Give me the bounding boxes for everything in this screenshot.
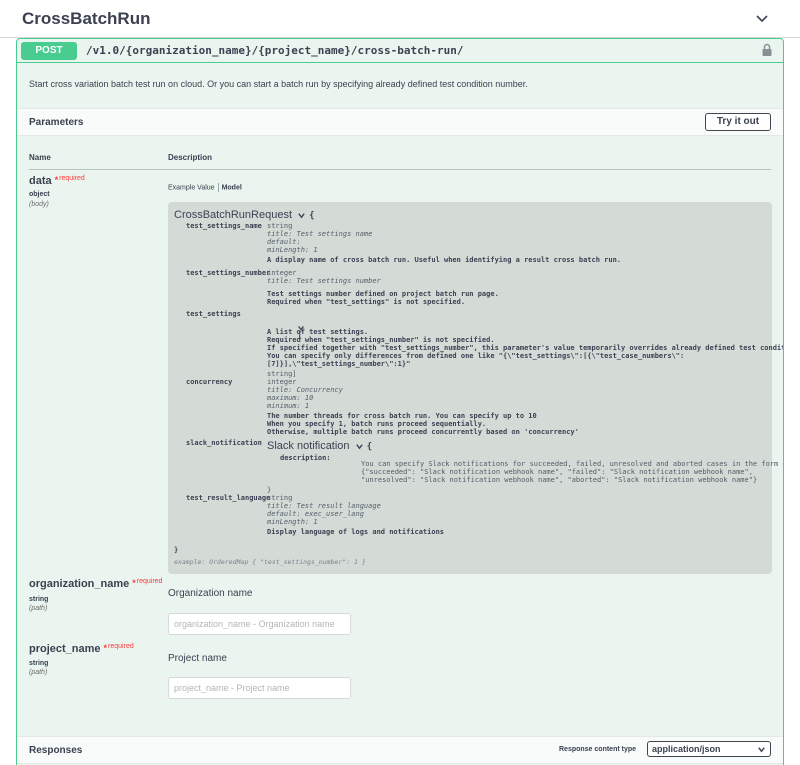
responses-heading: Responses	[29, 745, 83, 756]
parameters-heading: Parameters	[29, 117, 84, 128]
tab-model[interactable]: Model	[222, 184, 242, 191]
responses-header: Responses Response content type applicat…	[17, 736, 783, 764]
array-item-type: string]	[267, 370, 297, 378]
chevron-down-icon[interactable]	[355, 442, 364, 451]
parameters-header: Parameters Try it out	[17, 108, 783, 136]
tag-title: CrossBatchRun	[22, 9, 151, 28]
chevron-down-icon[interactable]	[297, 211, 306, 220]
prop-meta: title: Test settings number	[267, 277, 381, 285]
chevron-down-icon	[758, 747, 765, 753]
prop-description: The number threads for cross batch run. …	[267, 412, 579, 436]
prop-test-settings: test_settings	[186, 310, 241, 318]
model-open-brace: {	[309, 211, 315, 221]
model-example: example: OrderedMap { "test_settings_num…	[174, 558, 366, 566]
sub-prop-value: You can specify Slack notifications for …	[361, 460, 783, 484]
required-label: required	[136, 578, 163, 585]
prop-test-settings-number: test_settings_number	[186, 269, 271, 277]
col-header-name: Name	[29, 153, 51, 162]
method-badge: POST	[21, 42, 77, 60]
operation-summary[interactable]: POST /v1.0/{organization_name}/{project_…	[17, 39, 783, 63]
prop-description: A display name of cross batch run. Usefu…	[267, 256, 622, 264]
operation-block: POST /v1.0/{organization_name}/{project_…	[16, 38, 784, 765]
chevron-down-icon[interactable]	[754, 11, 770, 27]
required-star: *	[132, 578, 136, 588]
required-star: *	[103, 643, 108, 653]
prop-test-settings-name: test_settings_name	[186, 222, 262, 230]
model-close-brace: }	[174, 546, 179, 554]
param-type-project: string	[29, 660, 49, 667]
required-label: required	[59, 175, 85, 182]
model-box: CrossBatchRunRequest { test_settings_nam…	[168, 202, 783, 574]
tab-example-value[interactable]: Example Value	[168, 184, 215, 191]
response-content-type-value: application/json	[652, 744, 721, 754]
project-name-label: Project name	[168, 653, 227, 664]
try-it-out-button[interactable]: Try it out	[705, 113, 771, 131]
operation-description: Start cross variation batch test run on …	[29, 79, 528, 89]
col-header-description: Description	[168, 153, 213, 162]
prop-meta: title: Test result language default: exe…	[267, 502, 381, 526]
organization-name-input[interactable]	[168, 613, 351, 635]
prop-slack-notification: slack_notification	[186, 439, 262, 447]
param-in-data: (body)	[29, 201, 49, 208]
header-divider	[29, 169, 771, 170]
prop-type: string	[267, 494, 293, 502]
required-star: *	[54, 175, 59, 185]
sub-model-title[interactable]: Slack notification {	[267, 440, 372, 452]
prop-type: integer	[267, 269, 297, 277]
prop-concurrency: concurrency	[186, 378, 233, 386]
prop-type: integer	[267, 378, 297, 386]
param-in-project: (path)	[29, 669, 48, 676]
sub-prop-description: description:	[280, 454, 331, 462]
param-name-project: project_name *required	[29, 643, 134, 655]
model-title[interactable]: CrossBatchRunRequest {	[174, 209, 315, 221]
tag-header[interactable]: CrossBatchRun	[0, 0, 800, 38]
prop-type: string	[267, 222, 293, 230]
prop-meta: title: Test settings name default: minLe…	[267, 230, 373, 254]
tab-separator	[217, 183, 219, 192]
model-tabs: Example Value Model	[168, 183, 242, 192]
prop-meta: title: Concurrency maximum: 10 minimum: …	[267, 386, 343, 410]
param-in-organization: (path)	[29, 605, 48, 612]
lock-icon[interactable]	[761, 43, 773, 57]
operation-path: /v1.0/{organization_name}/{project_name}…	[86, 44, 464, 57]
param-type-data: object	[29, 191, 50, 198]
prop-description: Display language of logs and notificatio…	[267, 528, 445, 536]
prop-description: A list of test settings. Required when "…	[267, 328, 783, 368]
required-label: required	[108, 643, 134, 650]
param-name-organization: organization_name *required	[29, 578, 163, 590]
param-name-data: data *required	[29, 175, 85, 187]
project-name-input[interactable]	[168, 677, 351, 699]
param-type-organization: string	[29, 596, 49, 603]
response-content-type-select[interactable]: application/json	[647, 741, 771, 757]
sub-close-brace: }	[267, 486, 272, 494]
organization-name-label: Organization name	[168, 588, 253, 599]
response-content-type-label: Response content type	[559, 746, 637, 753]
prop-test-result-language: test_result_language	[186, 494, 271, 502]
prop-description: Test settings number defined on project …	[267, 290, 499, 306]
sub-open-brace: {	[366, 442, 373, 452]
